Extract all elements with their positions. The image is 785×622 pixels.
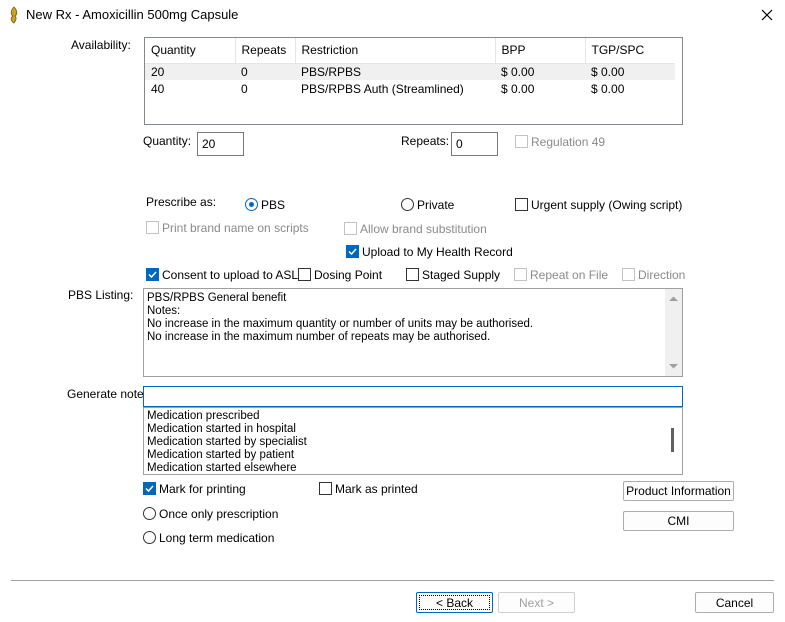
mark-for-printing-label: Mark for printing	[159, 482, 246, 496]
quantity-input[interactable]: 20	[197, 132, 244, 156]
regulation49-label: Regulation 49	[531, 135, 606, 149]
column-header-bpp[interactable]: BPP	[495, 38, 586, 64]
footer-separator	[11, 580, 774, 581]
list-item[interactable]: Medication started by specialist	[147, 436, 307, 449]
long-term-label: Long term medication	[159, 531, 275, 545]
list-item[interactable]: Medication started by patient	[147, 449, 294, 462]
pbs-listing-label: PBS Listing:	[68, 288, 134, 302]
pbs-listing-line: PBS/RPBS General benefit	[147, 292, 287, 304]
scroll-down-icon[interactable]	[665, 359, 682, 373]
mark-for-printing-checkbox[interactable]	[143, 482, 156, 495]
consent-asl-label: Consent to upload to ASL	[162, 268, 299, 282]
regulation49-checkbox[interactable]	[515, 135, 528, 148]
once-only-label: Once only prescription	[159, 507, 279, 521]
generate-note-input[interactable]	[143, 386, 683, 407]
check-icon	[148, 271, 157, 279]
private-radio[interactable]	[401, 198, 414, 211]
direction-checkbox[interactable]	[622, 268, 635, 281]
list-item[interactable]: Medication started in hospital	[147, 423, 296, 436]
consent-asl-checkbox[interactable]	[146, 268, 159, 281]
cmi-button[interactable]: CMI	[623, 511, 734, 531]
column-header-repeats[interactable]: Repeats	[235, 38, 296, 64]
cell-restriction: PBS/RPBS	[295, 63, 495, 80]
dosing-point-checkbox[interactable]	[298, 268, 311, 281]
app-icon	[7, 6, 21, 24]
pbs-listing-line: No increase in the maximum number of rep…	[147, 331, 491, 343]
private-radio-label: Private	[417, 198, 455, 212]
list-item[interactable]: Medication prescribed	[147, 410, 260, 423]
upload-mhr-checkbox[interactable]	[346, 245, 359, 258]
pbs-radio-label: PBS	[261, 198, 286, 212]
print-brand-checkbox[interactable]	[146, 221, 159, 234]
check-icon	[348, 248, 357, 256]
next-button[interactable]: Next >	[498, 592, 575, 613]
repeats-label: Repeats:	[401, 134, 450, 148]
print-brand-label: Print brand name on scripts	[162, 221, 309, 235]
once-only-radio[interactable]	[143, 507, 156, 520]
table-row[interactable]: 20 0 PBS/RPBS $ 0.00 $ 0.00	[145, 63, 675, 80]
staged-supply-label: Staged Supply	[422, 268, 501, 282]
mark-as-printed-checkbox[interactable]	[319, 482, 332, 495]
pbs-radio[interactable]	[245, 198, 258, 211]
cell-tgp: $ 0.00	[585, 63, 675, 80]
cell-quantity: 20	[145, 63, 235, 80]
product-information-button[interactable]: Product Information	[623, 481, 734, 501]
repeat-on-file-label: Repeat on File	[530, 268, 609, 282]
direction-label: Direction	[638, 268, 686, 282]
cell-bpp: $ 0.00	[495, 63, 585, 80]
close-icon[interactable]	[748, 0, 785, 30]
upload-mhr-label: Upload to My Health Record	[362, 245, 513, 259]
pbs-listing-textarea[interactable]: PBS/RPBS General benefit Notes: No incre…	[143, 288, 683, 377]
urgent-supply-label: Urgent supply (Owing script)	[531, 198, 683, 212]
cell-repeats: 0	[235, 63, 295, 80]
scroll-up-icon[interactable]	[665, 292, 682, 306]
column-header-tgp[interactable]: TGP/SPC	[585, 38, 675, 64]
repeats-input[interactable]: 0	[451, 132, 498, 156]
staged-supply-checkbox[interactable]	[406, 268, 419, 281]
list-scroll-thumb[interactable]	[671, 428, 674, 452]
cell-tgp: $ 0.00	[591, 81, 625, 96]
long-term-radio[interactable]	[143, 531, 156, 544]
pbs-listing-scrollbar[interactable]	[665, 289, 682, 376]
allow-brand-label: Allow brand substitution	[360, 222, 487, 236]
cancel-button[interactable]: Cancel	[695, 592, 774, 613]
availability-grid[interactable]: Quantity Repeats Restriction BPP TGP/SPC…	[144, 37, 683, 125]
column-header-quantity[interactable]: Quantity	[145, 38, 236, 64]
cell-repeats: 0	[241, 81, 248, 96]
check-icon	[145, 485, 154, 493]
urgent-supply-checkbox[interactable]	[515, 198, 528, 211]
cell-restriction: PBS/RPBS Auth (Streamlined)	[301, 81, 464, 96]
generate-note-list[interactable]: Medication prescribed Medication started…	[143, 407, 683, 475]
list-item[interactable]: Medication started elsewhere	[147, 462, 297, 475]
allow-brand-checkbox[interactable]	[344, 222, 357, 235]
mark-as-printed-label: Mark as printed	[335, 482, 418, 496]
repeat-on-file-checkbox[interactable]	[514, 268, 527, 281]
quantity-label: Quantity:	[143, 134, 192, 148]
pbs-listing-line: No increase in the maximum quantity or n…	[147, 318, 534, 330]
pbs-listing-line: Notes:	[147, 305, 181, 317]
cell-bpp: $ 0.00	[501, 81, 535, 96]
dosing-point-label: Dosing Point	[314, 268, 383, 282]
window-title: New Rx - Amoxicillin 500mg Capsule	[26, 7, 239, 22]
availability-label: Availability:	[71, 38, 131, 52]
back-button[interactable]: < Back	[416, 592, 493, 613]
table-row[interactable]: 40 0 PBS/RPBS Auth (Streamlined) $ 0.00 …	[145, 80, 675, 97]
column-header-restriction[interactable]: Restriction	[295, 38, 496, 64]
cell-quantity: 40	[151, 81, 165, 96]
generate-note-label: Generate note:	[67, 387, 148, 401]
prescribe-as-label: Prescribe as:	[146, 195, 217, 209]
